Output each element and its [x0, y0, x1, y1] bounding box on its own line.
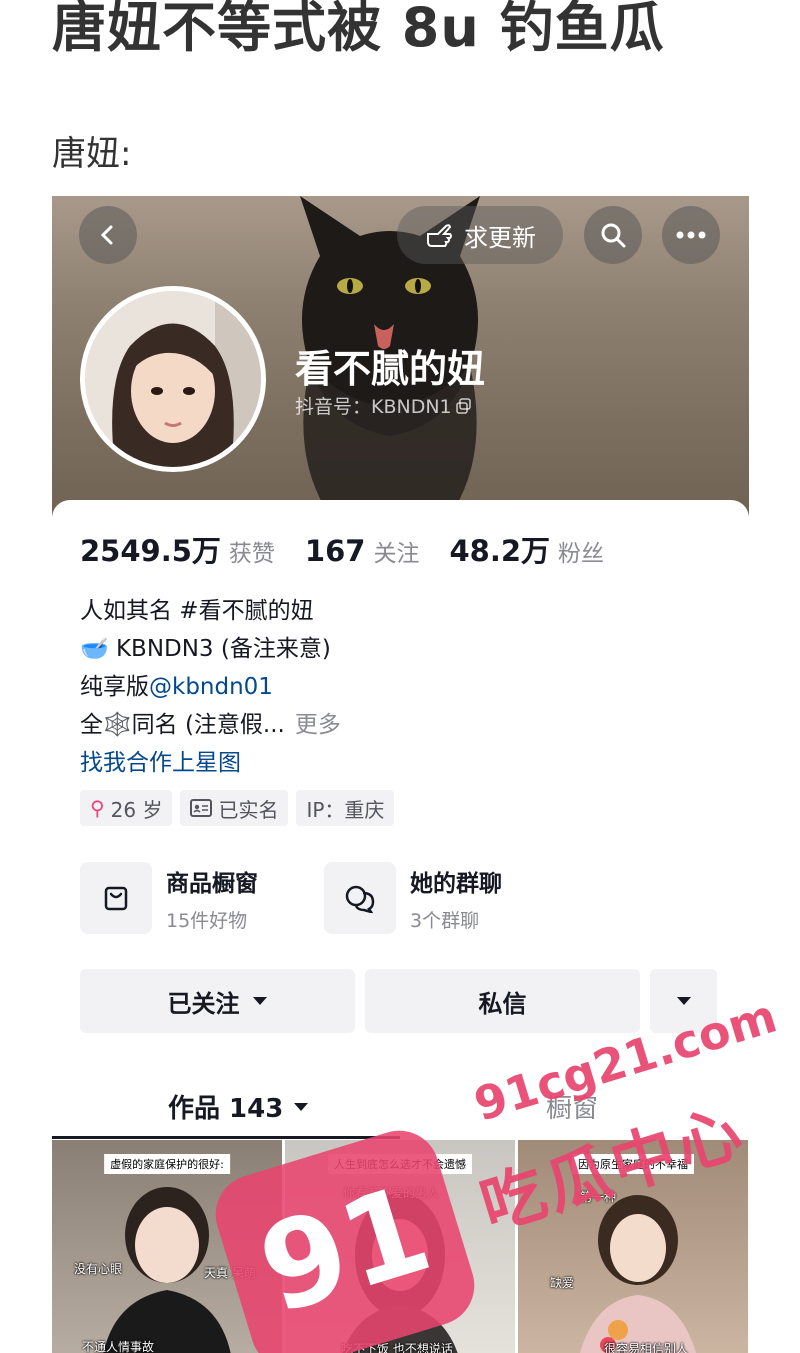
- message-button[interactable]: 私信: [365, 969, 640, 1033]
- tab-works-label: 作品 143: [168, 1094, 284, 1124]
- bio-line-4-rest: 同名 (注意假...: [131, 712, 285, 738]
- caret-down-icon: [252, 997, 267, 1005]
- star-chart-link[interactable]: 找我合作上星图: [80, 744, 341, 782]
- more-button[interactable]: [662, 206, 720, 264]
- shop-icon-box: [80, 862, 152, 934]
- id-card-icon: [190, 799, 213, 817]
- thumbnail-side-caption: 第一种: [580, 1190, 617, 1204]
- thumbnail-caption: 因为原生家庭的不幸福: [572, 1154, 694, 1174]
- profile-tags: ⚲ 26 岁 已实名 IP：重庆: [80, 790, 395, 826]
- works-grid: 虚假的家庭保护的很好: 没有心眼 天真 呆萌 不通人情事故 人生到底怎么选才不会…: [52, 1140, 749, 1353]
- video-thumbnail[interactable]: 人生到底怎么选才不会遗憾 你看着不爱的男人 吃不下饭 也不想说话: [285, 1140, 515, 1353]
- article-subtitle: 唐妞:: [52, 134, 132, 174]
- shop-window-entry[interactable]: 商品橱窗 15件好物: [80, 862, 324, 934]
- nickname: 看不腻的妞: [295, 347, 486, 391]
- copy-icon[interactable]: [455, 397, 472, 414]
- thumbnail-side-caption: 天真 呆萌: [204, 1266, 256, 1280]
- thumbnail-side-caption: 缺爱: [550, 1276, 575, 1290]
- caret-down-icon: [294, 1102, 309, 1111]
- shop-window-title: 商品橱窗: [166, 870, 258, 897]
- profile-bio[interactable]: 人如其名 #看不腻的妞 🥣 KBNDN3 (备注来意) 纯享版@kbndn01 …: [80, 592, 341, 782]
- douyin-id[interactable]: 抖音号：KBNDN1: [295, 392, 472, 419]
- profile-tabs: 作品 143 橱窗: [52, 1080, 749, 1140]
- bowl-icon: 🥣: [80, 636, 109, 662]
- followers-label: 粉丝: [558, 541, 605, 567]
- verified-tag: 已实名: [180, 790, 289, 826]
- female-icon: ⚲: [90, 796, 105, 820]
- request-update-label: 求更新: [464, 223, 536, 252]
- bio-line-4-prefix: 全: [80, 712, 103, 738]
- ip-tag-text: IP：重庆: [306, 797, 385, 822]
- profile-features: 商品橱窗 15件好物 她的群聊 3个群聊: [80, 862, 568, 934]
- group-chat-icon-box: [324, 862, 396, 934]
- age-tag-text: 26 岁: [110, 797, 163, 822]
- following-label: 关注: [373, 541, 420, 567]
- message-label: 私信: [478, 989, 527, 1018]
- bio-more-link[interactable]: 更多: [295, 712, 341, 738]
- recommend-dropdown-button[interactable]: [650, 969, 717, 1033]
- thumbnail-bottom-caption: 很容易相信别人: [604, 1342, 689, 1353]
- article-title: 唐妞不等式被 8u 钓鱼瓜: [52, 0, 665, 59]
- douyin-id-text: 抖音号：KBNDN1: [295, 396, 452, 418]
- tab-shop-window[interactable]: 橱窗: [546, 1088, 598, 1125]
- bio-line-2: 🥣 KBNDN3 (备注来意): [80, 630, 341, 668]
- ellipsis-icon: [676, 231, 706, 239]
- caret-down-icon: [676, 997, 691, 1005]
- shop-window-sub: 15件好物: [166, 909, 248, 932]
- avatar-photo: [85, 291, 261, 467]
- tab-works[interactable]: 作品 143: [168, 1088, 309, 1125]
- following-count[interactable]: 167: [305, 534, 366, 568]
- likes-count[interactable]: 2549.5万: [80, 528, 221, 570]
- shopping-bag-icon: [104, 886, 128, 911]
- followed-label: 已关注: [167, 989, 240, 1018]
- avatar[interactable]: [80, 286, 266, 472]
- web-icon: 🕸️: [103, 712, 132, 738]
- video-thumbnail[interactable]: 虚假的家庭保护的很好: 没有心眼 天真 呆萌 不通人情事故: [52, 1140, 282, 1353]
- followers-count[interactable]: 48.2万: [449, 528, 550, 570]
- back-button[interactable]: [79, 206, 137, 264]
- chat-bubbles-icon: [345, 885, 375, 913]
- search-icon: [601, 223, 626, 248]
- chevron-left-icon: [100, 225, 113, 245]
- group-chat-sub: 3个群聊: [410, 909, 480, 932]
- thumbnail-caption: 人生到底怎么选才不会遗憾: [328, 1154, 472, 1174]
- bio-line-1: 人如其名 #看不腻的妞: [80, 598, 314, 624]
- profile-actions: 已关注 私信: [80, 969, 717, 1033]
- video-thumbnail[interactable]: 因为原生家庭的不幸福 第一种 缺爱 很容易相信别人: [518, 1140, 748, 1353]
- bio-line-2-text: KBNDN3 (备注来意): [115, 636, 331, 662]
- profile-stats: 2549.5万 获赞 167 关注 48.2万 粉丝: [80, 528, 634, 570]
- profile-card: 2549.5万 获赞 167 关注 48.2万 粉丝 人如其名 #看不腻的妞 🥣…: [52, 500, 749, 1353]
- group-chat-title: 她的群聊: [410, 870, 502, 897]
- thumbnail-side-caption: 没有心眼: [74, 1262, 123, 1276]
- thumbnail-caption: 虚假的家庭保护的很好:: [104, 1154, 230, 1174]
- thumbnail-side-caption: 你看着不爱的男人: [343, 1186, 440, 1200]
- thumbnail-bottom-caption: 不通人情事故: [82, 1340, 155, 1353]
- profile-banner: 求更新 看不腻的妞 抖音号：KBNDN1: [52, 196, 749, 516]
- followed-button[interactable]: 已关注: [80, 969, 355, 1033]
- verified-tag-text: 已实名: [218, 797, 279, 822]
- profile-screenshot: 求更新 看不腻的妞 抖音号：KBNDN1 2549.5万 获赞 167 关注 4…: [52, 196, 749, 1353]
- request-update-button[interactable]: 求更新: [397, 206, 563, 264]
- bio-line-3: 纯享版@kbndn01: [80, 668, 341, 706]
- group-chat-entry[interactable]: 她的群聊 3个群聊: [324, 862, 568, 934]
- mention-link[interactable]: @kbndn01: [149, 674, 273, 700]
- hand-point-icon: [427, 224, 452, 247]
- tab-active-indicator: [52, 1136, 400, 1139]
- age-tag: ⚲ 26 岁: [80, 790, 173, 826]
- search-button[interactable]: [584, 206, 642, 264]
- bio-line-4: 全🕸️同名 (注意假... 更多: [80, 706, 341, 744]
- thumbnail-bottom-caption: 吃不下饭 也不想说话: [341, 1342, 453, 1353]
- ip-tag: IP：重庆: [296, 790, 395, 826]
- bio-line-3-prefix: 纯享版: [80, 674, 149, 700]
- likes-label: 获赞: [228, 541, 275, 567]
